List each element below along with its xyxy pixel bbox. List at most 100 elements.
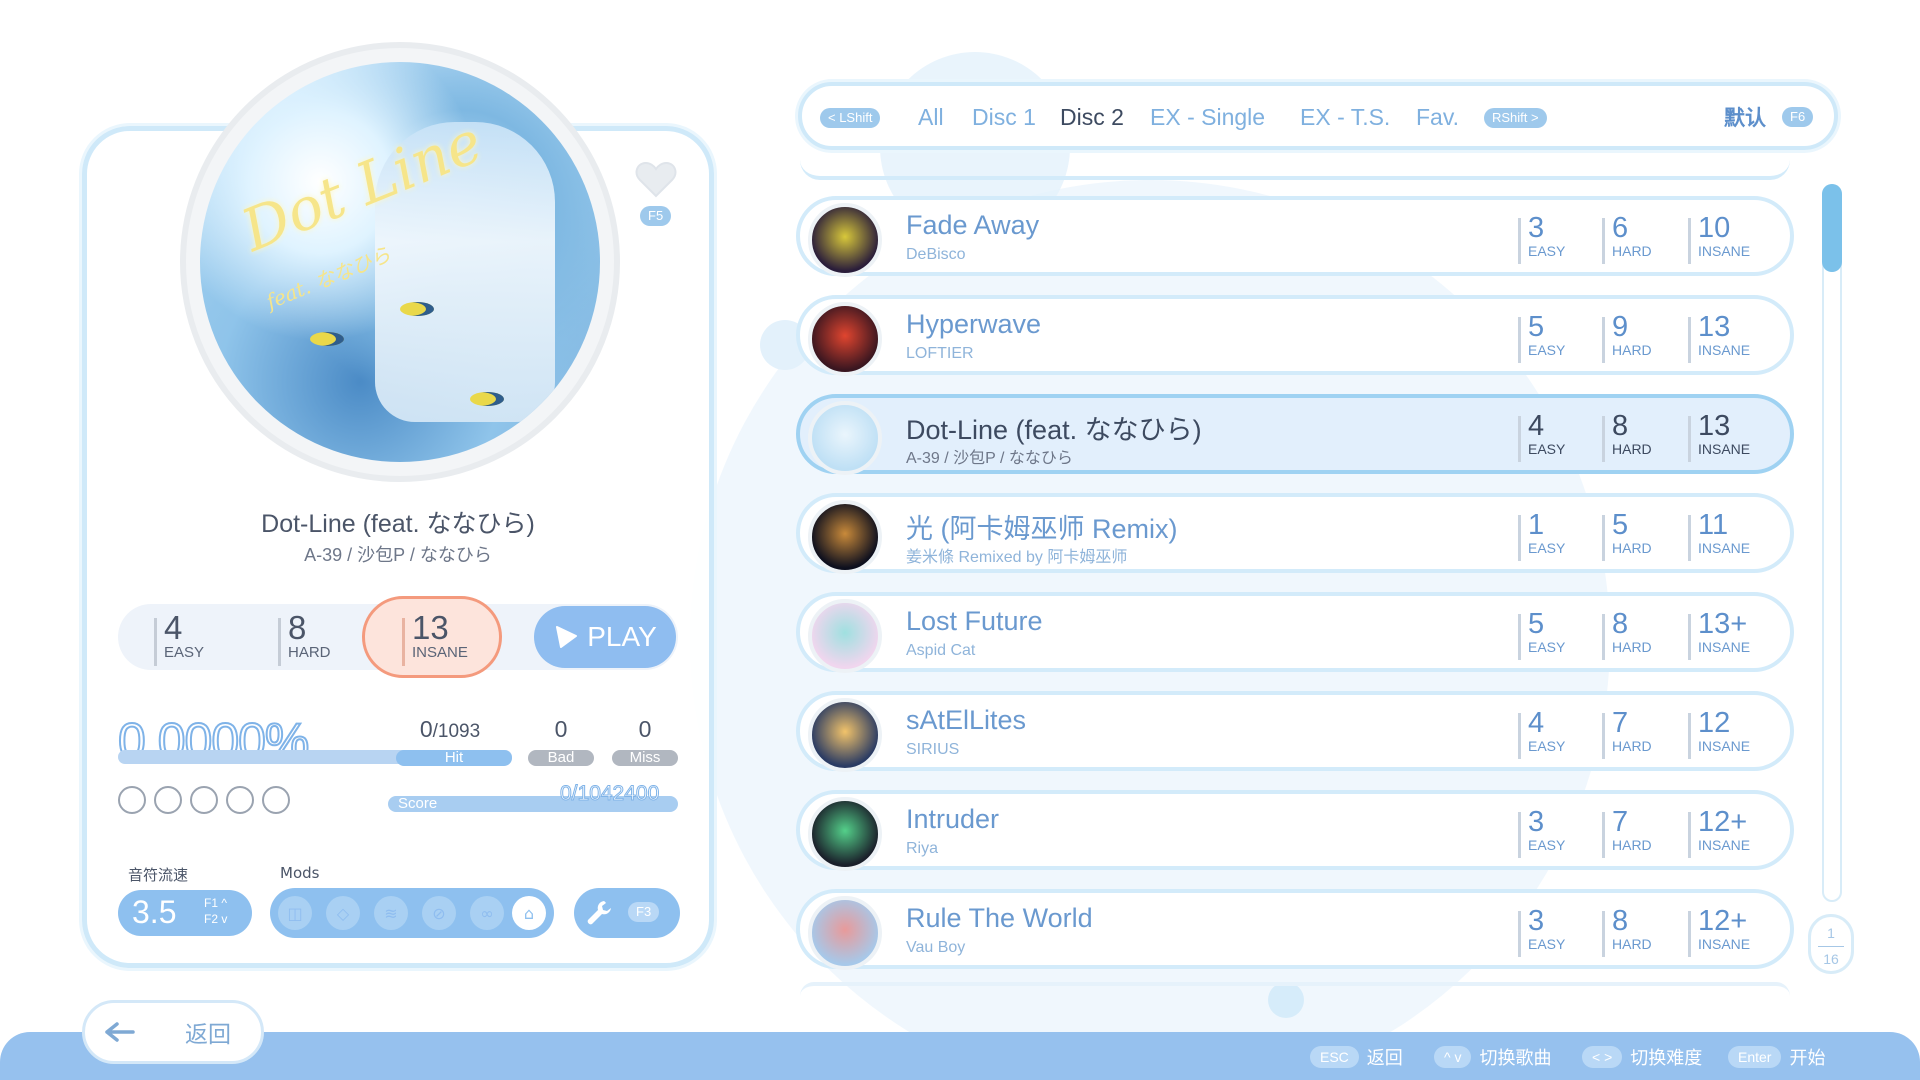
cover-fish — [400, 302, 434, 316]
difficulty-level: 13+ — [1698, 608, 1748, 640]
song-list-item[interactable]: Dot-Line (feat. ななひら) A-39 / 沙包P / ななひら 4 E… — [796, 394, 1794, 475]
mod-shield-icon[interactable]: ◇ — [326, 896, 360, 930]
favorite-key-hint: F5 — [640, 206, 672, 226]
mod-mirror-icon[interactable]: ◫ — [278, 896, 312, 930]
difficulty-divider — [1602, 614, 1605, 660]
tab-fav[interactable]: Fav. — [1416, 104, 1459, 131]
list-edge-bottom — [800, 982, 1790, 996]
difficulty-divider — [278, 618, 281, 666]
song-title: sAtElLites — [906, 705, 1027, 735]
page-divider — [1818, 946, 1844, 947]
song-title: 光 (阿卡姆巫师 Remix) — [906, 514, 1178, 544]
tab-disc-2[interactable]: Disc 2 — [1060, 104, 1124, 131]
difficulty-name: EASY — [1528, 540, 1566, 556]
difficulty-name: EASY — [1528, 342, 1566, 358]
song-list-item[interactable]: Rule The World Vau Boy 3 EASY 8 HARD 12+ INSANE — [796, 889, 1794, 970]
song-difficulty-insane: 12 INSANE — [1688, 707, 1750, 759]
hit-value: 0 — [419, 716, 433, 742]
difficulty-name: INSANE — [1698, 243, 1751, 259]
difficulty-divider — [1518, 515, 1521, 561]
settings-button[interactable]: F3 — [574, 888, 680, 938]
difficulty-easy[interactable]: 4 EASY — [154, 610, 205, 666]
arrow-left-icon — [105, 1022, 135, 1042]
favorite-heart-icon[interactable] — [632, 154, 680, 202]
song-difficulty-insane: 11 INSANE — [1688, 509, 1750, 561]
hint-key: ^ v — [1434, 1046, 1472, 1068]
speed-down-key[interactable]: F2 v — [204, 912, 227, 926]
song-difficulty-hard: 7 HARD — [1602, 707, 1652, 759]
rating-circle — [190, 786, 218, 814]
song-artist: Vau Boy — [906, 939, 966, 956]
list-edge-top — [800, 160, 1790, 180]
song-difficulty-insane: 12+ INSANE — [1688, 905, 1750, 957]
hit-count: 0/1093 — [400, 716, 500, 743]
difficulty-level: 6 — [1612, 212, 1629, 244]
difficulty-insane[interactable]: 13 INSANE — [402, 610, 468, 666]
tab-ex-single[interactable]: EX - Single — [1150, 104, 1265, 131]
tab-disc-1[interactable]: Disc 1 — [972, 104, 1036, 131]
mods-section-label: Mods — [280, 864, 320, 882]
mod-nofail-icon[interactable]: ⊘ — [422, 896, 456, 930]
next-category-key[interactable]: RShift > — [1484, 108, 1547, 128]
hint-label: 切换难度 — [1630, 1048, 1703, 1069]
note-speed-control[interactable]: 3.5 F1 ^ F2 v — [118, 890, 252, 936]
mod-fade-icon[interactable]: ≋ — [374, 896, 408, 930]
song-cover-art: Dot Line feat. ななひら — [200, 62, 600, 462]
sort-label[interactable]: 默认 — [1724, 102, 1766, 132]
hint-label: 返回 — [1366, 1048, 1403, 1069]
difficulty-divider — [1602, 515, 1605, 561]
hint-back: ESC 返回 — [1310, 1044, 1403, 1070]
song-cover-thumbnail — [808, 797, 882, 871]
song-artist: A-39 / 沙包P / ななひら — [906, 450, 1073, 467]
difficulty-divider — [1602, 218, 1605, 264]
song-artist: SIRIUS — [906, 741, 960, 758]
difficulty-divider — [1518, 218, 1521, 264]
tab-ex-ts[interactable]: EX - T.S. — [1300, 104, 1390, 131]
song-artist: Riya — [906, 840, 939, 857]
song-title: Fade Away — [906, 210, 1040, 240]
miss-count: 0 — [638, 716, 652, 742]
song-list-scrollbar[interactable] — [1822, 184, 1842, 902]
song-list-item[interactable]: Hyperwave LOFTIER 5 EASY 9 HARD 13 INSANE — [796, 295, 1794, 376]
difficulty-divider — [154, 618, 157, 666]
difficulty-level: 5 — [1612, 509, 1629, 541]
mod-link-icon[interactable]: ∞ — [470, 896, 504, 930]
difficulty-divider — [1688, 515, 1691, 561]
settings-key-hint: F3 — [628, 902, 660, 922]
play-button[interactable]: PLAY — [534, 606, 676, 668]
hint-start: Enter 开始 — [1728, 1044, 1825, 1070]
difficulty-name: HARD — [1612, 936, 1652, 952]
song-list-item[interactable]: Fade Away DeBisco 3 EASY 6 HARD 10 INSANE — [796, 196, 1794, 277]
difficulty-divider — [1518, 812, 1521, 858]
difficulty-name: EASY — [164, 644, 205, 661]
difficulty-name: EASY — [1528, 441, 1566, 457]
score-label: Score — [398, 795, 438, 812]
song-difficulty-insane: 10 INSANE — [1688, 212, 1751, 264]
speed-up-key[interactable]: F1 ^ — [204, 896, 227, 910]
prev-category-key[interactable]: < LShift — [820, 108, 881, 128]
song-difficulty-hard: 9 HARD — [1602, 311, 1652, 363]
song-list-item[interactable]: Intruder Riya 3 EASY 7 HARD 12+ INSANE — [796, 790, 1794, 871]
tab-all[interactable]: All — [918, 104, 944, 131]
page-current: 1 — [1827, 925, 1835, 941]
difficulty-hard[interactable]: 8 HARD — [278, 610, 331, 666]
song-list-scroll-thumb[interactable] — [1822, 184, 1842, 272]
back-button[interactable]: 返回 — [82, 1000, 264, 1064]
difficulty-name: EASY — [1528, 243, 1566, 259]
song-title: Dot-Line (feat. ななひら) — [906, 415, 1202, 445]
difficulty-name: HARD — [1612, 639, 1652, 655]
difficulty-name: EASY — [1528, 936, 1566, 952]
song-list-item[interactable]: Lost Future Aspid Cat 5 EASY 8 HARD 13+ INSANE — [796, 592, 1794, 673]
difficulty-level: 3 — [1528, 905, 1545, 937]
song-cover-thumbnail — [808, 401, 882, 475]
page-indicator: 1 16 — [1808, 914, 1854, 974]
song-difficulty-hard: 8 HARD — [1602, 410, 1652, 462]
difficulty-level: 12 — [1698, 707, 1731, 739]
mod-auto-icon[interactable]: ⌂ — [512, 896, 546, 930]
song-list-item[interactable]: 光 (阿卡姆巫师 Remix) 姜米條 Remixed by 阿卡姆巫师 1 EASY… — [796, 493, 1794, 574]
hint-key: < > — [1582, 1046, 1623, 1068]
mods-bar: ◫ ◇ ≋ ⊘ ∞ ⌂ — [270, 888, 554, 938]
song-list-item[interactable]: sAtElLites SIRIUS 4 EASY 7 HARD 12 INSANE — [796, 691, 1794, 772]
difficulty-divider — [1602, 812, 1605, 858]
difficulty-level: 7 — [1612, 806, 1629, 838]
